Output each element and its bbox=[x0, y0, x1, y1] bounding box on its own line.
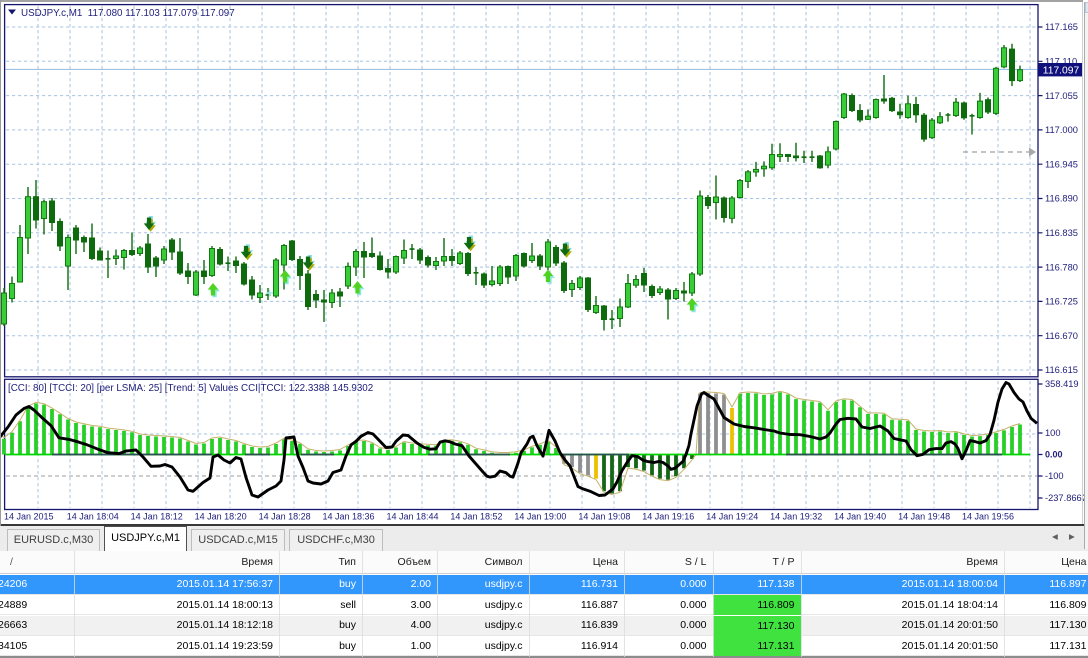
svg-text:117.097: 117.097 bbox=[1043, 66, 1080, 77]
svg-text:14 Jan 18:44: 14 Jan 18:44 bbox=[386, 512, 438, 522]
svg-text:14 Jan 19:08: 14 Jan 19:08 bbox=[578, 512, 630, 522]
svg-text:14 Jan 19:56: 14 Jan 19:56 bbox=[962, 512, 1014, 522]
svg-text:14 Jan 19:40: 14 Jan 19:40 bbox=[834, 512, 886, 522]
svg-text:0.00: 0.00 bbox=[1045, 450, 1063, 460]
svg-text:14 Jan 18:52: 14 Jan 18:52 bbox=[450, 512, 502, 522]
svg-text:116.615: 116.615 bbox=[1045, 365, 1078, 375]
svg-text:116.725: 116.725 bbox=[1045, 297, 1078, 307]
svg-text:14 Jan 18:12: 14 Jan 18:12 bbox=[131, 512, 183, 522]
svg-text:14 Jan 18:04: 14 Jan 18:04 bbox=[67, 512, 119, 522]
svg-text:USDJPY.c,M1 117.080 117.103 1: USDJPY.c,M1 117.080 117.103 117.079 117.… bbox=[21, 8, 235, 19]
svg-text:117.165: 117.165 bbox=[1045, 22, 1078, 32]
svg-text:14 Jan 19:00: 14 Jan 19:00 bbox=[514, 512, 566, 522]
svg-text:-100: -100 bbox=[1045, 471, 1064, 481]
svg-text:116.890: 116.890 bbox=[1045, 194, 1078, 204]
svg-text:14 Jan 18:36: 14 Jan 18:36 bbox=[323, 512, 375, 522]
svg-text:14 Jan 2015: 14 Jan 2015 bbox=[4, 512, 54, 522]
svg-text:14 Jan 19:24: 14 Jan 19:24 bbox=[706, 512, 758, 522]
svg-text:-237.8662: -237.8662 bbox=[1045, 493, 1087, 503]
svg-text:14 Jan 18:28: 14 Jan 18:28 bbox=[259, 512, 311, 522]
svg-text:[CCI: 80] [TCCI: 20] [per LSMA: [CCI: 80] [TCCI: 20] [per LSMA: 25] [Tre… bbox=[8, 383, 373, 394]
svg-text:14 Jan 19:16: 14 Jan 19:16 bbox=[642, 512, 694, 522]
svg-text:358.419: 358.419 bbox=[1045, 379, 1079, 389]
svg-text:14 Jan 19:32: 14 Jan 19:32 bbox=[770, 512, 822, 522]
svg-text:116.780: 116.780 bbox=[1045, 262, 1078, 272]
svg-text:116.945: 116.945 bbox=[1045, 159, 1078, 169]
svg-text:14 Jan 19:48: 14 Jan 19:48 bbox=[898, 512, 950, 522]
svg-text:116.835: 116.835 bbox=[1045, 228, 1078, 238]
svg-text:14 Jan 18:20: 14 Jan 18:20 bbox=[195, 512, 247, 522]
svg-text:117.055: 117.055 bbox=[1045, 91, 1078, 101]
svg-text:100: 100 bbox=[1045, 428, 1061, 438]
svg-text:117.000: 117.000 bbox=[1045, 125, 1078, 135]
svg-text:116.670: 116.670 bbox=[1045, 331, 1078, 341]
